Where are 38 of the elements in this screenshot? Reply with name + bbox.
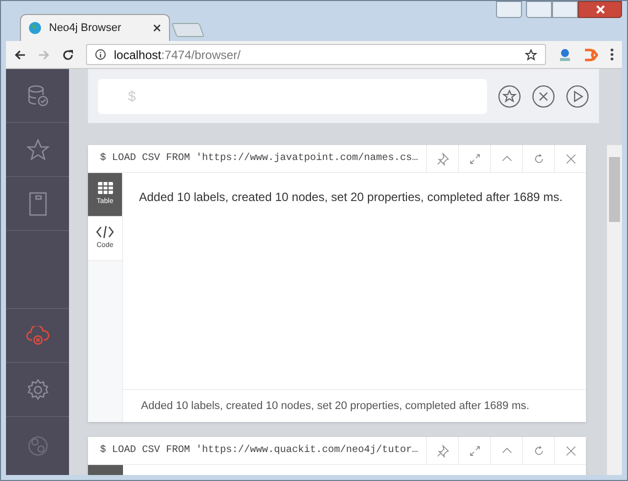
star-icon[interactable] — [525, 48, 538, 60]
new-tab-button[interactable] — [171, 23, 205, 37]
expand-icon[interactable] — [468, 444, 482, 458]
star-icon[interactable] — [26, 138, 50, 162]
query-input[interactable]: $ — [98, 78, 488, 114]
close-icon — [596, 5, 604, 14]
table-icon — [98, 182, 112, 194]
tab-title: Neo4j Browser — [49, 20, 122, 36]
reload-icon[interactable] — [62, 48, 74, 60]
close-button[interactable] — [578, 1, 622, 18]
query-command[interactable]: $ LOAD CSV FROM 'https://www.quackit.com/neo4j/tutor… — [88, 437, 426, 464]
close-icon[interactable] — [153, 24, 161, 32]
play-icon[interactable] — [566, 84, 589, 108]
back-icon[interactable] — [14, 48, 26, 60]
maximize-button[interactable] — [552, 1, 578, 18]
url-text: localhost:7474/browser/ — [114, 46, 242, 64]
database-icon[interactable] — [26, 84, 50, 108]
minimize-button[interactable] — [526, 1, 552, 18]
info-icon[interactable] — [94, 49, 106, 60]
code-icon — [96, 226, 114, 238]
extension-icon[interactable] — [584, 48, 598, 62]
address-bar[interactable]: localhost:7474/browser/ — [86, 44, 546, 65]
status-message: Added 10 labels, created 10 nodes, set 20 properties, completed after 1689 ms. — [141, 398, 530, 414]
query-command[interactable]: $ LOAD CSV FROM 'https://www.javatpoint.com/names.cs… — [88, 145, 426, 172]
scrollbar[interactable] — [607, 145, 622, 475]
expand-icon[interactable] — [468, 152, 482, 166]
close-icon[interactable] — [532, 84, 556, 108]
result-message: Added 10 labels, created 10 nodes, set 20 properties, completed after 1689 ms. — [139, 189, 564, 206]
settings-icon[interactable] — [26, 378, 50, 402]
view-tab-rail — [88, 465, 123, 475]
pin-icon[interactable] — [436, 152, 450, 166]
menu-icon[interactable] — [610, 48, 614, 61]
globe-icon — [29, 22, 41, 34]
pin-icon[interactable] — [436, 444, 450, 458]
extension-icon[interactable] — [558, 48, 572, 62]
browser-tab[interactable]: Neo4j Browser — [20, 14, 170, 41]
cloud-error-icon[interactable] — [26, 326, 50, 346]
book-icon[interactable] — [28, 192, 48, 216]
